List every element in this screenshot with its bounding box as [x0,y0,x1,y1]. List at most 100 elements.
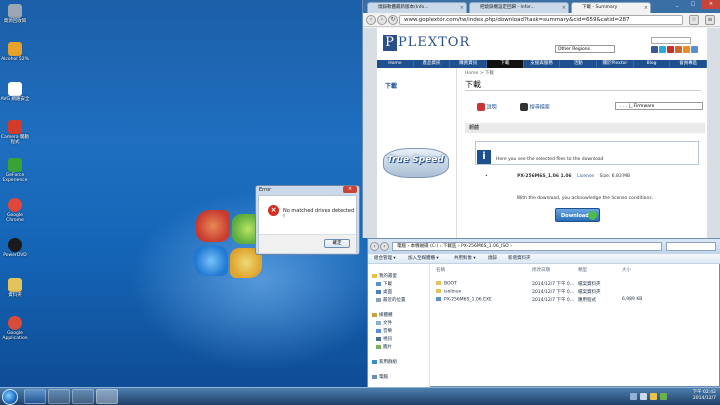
start-button[interactable] [2,389,18,405]
sidebar-item[interactable]: 文件 [376,320,392,326]
reload-icon[interactable]: ↻ [388,15,398,25]
col-date[interactable]: 修改日期 [532,267,550,273]
plurk-icon[interactable] [675,46,682,53]
col-name[interactable]: 名稱 [436,267,445,273]
minimize-icon[interactable]: _ [669,0,685,9]
notice-text: Here you see the selected files to the d… [496,157,604,162]
desktop-icon[interactable]: AVG 網路安全 [0,82,30,102]
facebook-icon[interactable] [651,46,658,53]
desktop-icon[interactable]: Alcohol 52% [0,42,30,62]
file-name[interactable]: PX-256M6S_1.06 1.06 [517,174,572,179]
close-icon[interactable]: × [460,3,464,13]
nav-events[interactable]: 活動 [560,60,598,68]
add-to-library-button[interactable]: 加入至媒體櫃 ▾ [408,254,439,264]
forward-icon[interactable]: › [380,242,389,251]
sidebar-label: 圖片 [383,345,392,350]
wallpaper-logo-red [196,210,230,242]
nav-members[interactable]: 會員專區 [670,60,708,68]
twitter-icon[interactable] [659,46,666,53]
folder-icon [436,289,441,293]
sidebar-item[interactable]: 桌面 [376,289,392,295]
url-input[interactable]: www.goplextor.com/tw/index.php/download?… [399,15,683,25]
true-speed-banner[interactable]: True Speed [383,148,449,178]
help-link[interactable]: 說明 [487,105,497,111]
site-search-input[interactable] [651,37,691,44]
explorer-search-input[interactable] [666,242,716,251]
new-folder-button[interactable]: 新增資料夾 [508,254,531,264]
file-license[interactable]: License [577,174,594,179]
desktop-icon-label: Google Application [2,331,28,341]
divider [465,90,701,91]
burn-button[interactable]: 燒錄 [488,254,497,264]
ie-icon[interactable] [24,389,46,404]
file-name: PX-256M6S_1.06.EXE [444,297,492,303]
ok-button[interactable]: 確定 [324,239,350,248]
sidebar-item[interactable]: 媒體櫃 [372,312,393,318]
desktop-icon[interactable]: Camera 驅動程式 [0,120,30,145]
close-icon[interactable]: × [644,3,648,13]
youtube-icon[interactable] [667,46,674,53]
desktop-icon[interactable]: 資料夾 [0,278,30,298]
col-type[interactable]: 類型 [578,267,587,273]
menu-icon[interactable]: ≡ [705,15,715,25]
desktop-icon[interactable]: Google Chrome [0,198,30,223]
download-button[interactable]: Download [555,208,600,222]
browser-tab-active[interactable]: 下載 - Summary × [571,2,651,13]
browser-tab[interactable]: 燒錄軟體最新版本(Info... × [367,2,467,13]
organize-button[interactable]: 組合管理 ▾ [374,254,396,264]
back-icon[interactable]: ‹ [366,15,376,25]
nav-home[interactable]: Home [377,60,414,68]
desktop-icon[interactable]: PowerDVD [0,238,30,258]
rss-icon[interactable] [683,46,690,53]
maximize-icon[interactable]: □ [685,0,701,9]
close-icon[interactable]: × [343,186,357,193]
desktop-icon[interactable]: 資源回收筒 [0,4,30,24]
tray-security-icon[interactable] [660,393,667,400]
close-icon[interactable]: × [562,3,566,13]
star-icon[interactable]: ☆ [689,15,699,25]
sidebar-item[interactable]: 視訊 [376,336,392,342]
col-size[interactable]: 大小 [622,267,631,273]
sidebar-label: 視訊 [383,337,392,342]
nav-blog[interactable]: Blog [634,60,671,68]
nav-products[interactable]: 產品資訊 [414,60,451,68]
desktop-icon[interactable]: GeForce Experience [0,158,30,183]
nav-support[interactable]: 支援與服務 [524,60,561,68]
desktop-icon[interactable]: Google Application [0,316,30,341]
close-icon[interactable]: × [701,0,720,9]
clock[interactable]: 下午 02:42 2014/12/7 [693,390,716,402]
sidebar-label: 下載 [383,282,392,287]
explorer-path[interactable]: 電腦 › 本機磁碟 (C:) › 下載區 › PX-256M6S_1.06_IS… [392,242,662,251]
nav-download[interactable]: 下載 [487,60,524,68]
search-files-link[interactable]: 搜尋檔案 [530,105,550,111]
plextor-logo[interactable]: P PLEXTOR [383,35,470,55]
folder-icon[interactable] [48,389,70,404]
file-row[interactable]: PX-256M6S_1.06.EXE 2014/12/7 下午 0... 應用程… [434,297,719,304]
tray-network-icon[interactable] [630,393,637,400]
firmware-select[interactable]: . . . |_ Firmware [615,102,703,110]
tray-flag-icon[interactable] [650,393,657,400]
sidebar-item[interactable]: 下載 [376,281,392,287]
share-icon[interactable] [691,46,698,53]
share-with-button[interactable]: 共用對象 ▾ [454,254,476,264]
dialog-body: × No matched drives detected ! 確定 [258,195,357,253]
forward-icon[interactable]: › [377,15,387,25]
browser-tab[interactable]: 把燒錄機設定回歸 - Infor... × [469,2,569,13]
info-icon: i [477,150,491,164]
file-row[interactable]: BOOT 2014/12/7 下午 0... 檔案資料夾 [434,281,719,288]
sidebar-item[interactable]: 家用群組 [372,359,397,365]
sidebar-item[interactable]: 我的最愛 [372,273,397,279]
region-select[interactable]: Other Regions [555,45,615,53]
file-row[interactable]: isolinux 2014/12/7 下午 0... 檔案資料夾 [434,289,719,296]
sidebar-item[interactable]: 電腦 [372,374,388,380]
sidebar-item[interactable]: 最近的位置 [376,297,406,303]
nav-about[interactable]: 關於Plextor [597,60,634,68]
sidebar-item[interactable]: 圖片 [376,344,392,350]
media-player-icon[interactable] [72,389,94,404]
tray-volume-icon[interactable] [640,393,647,400]
sidebar-item[interactable]: 音樂 [376,328,392,334]
nav-buy[interactable]: 購買資訊 [450,60,488,68]
library-icon [372,312,377,317]
back-icon[interactable]: ‹ [370,242,379,251]
chrome-icon[interactable] [96,389,118,404]
